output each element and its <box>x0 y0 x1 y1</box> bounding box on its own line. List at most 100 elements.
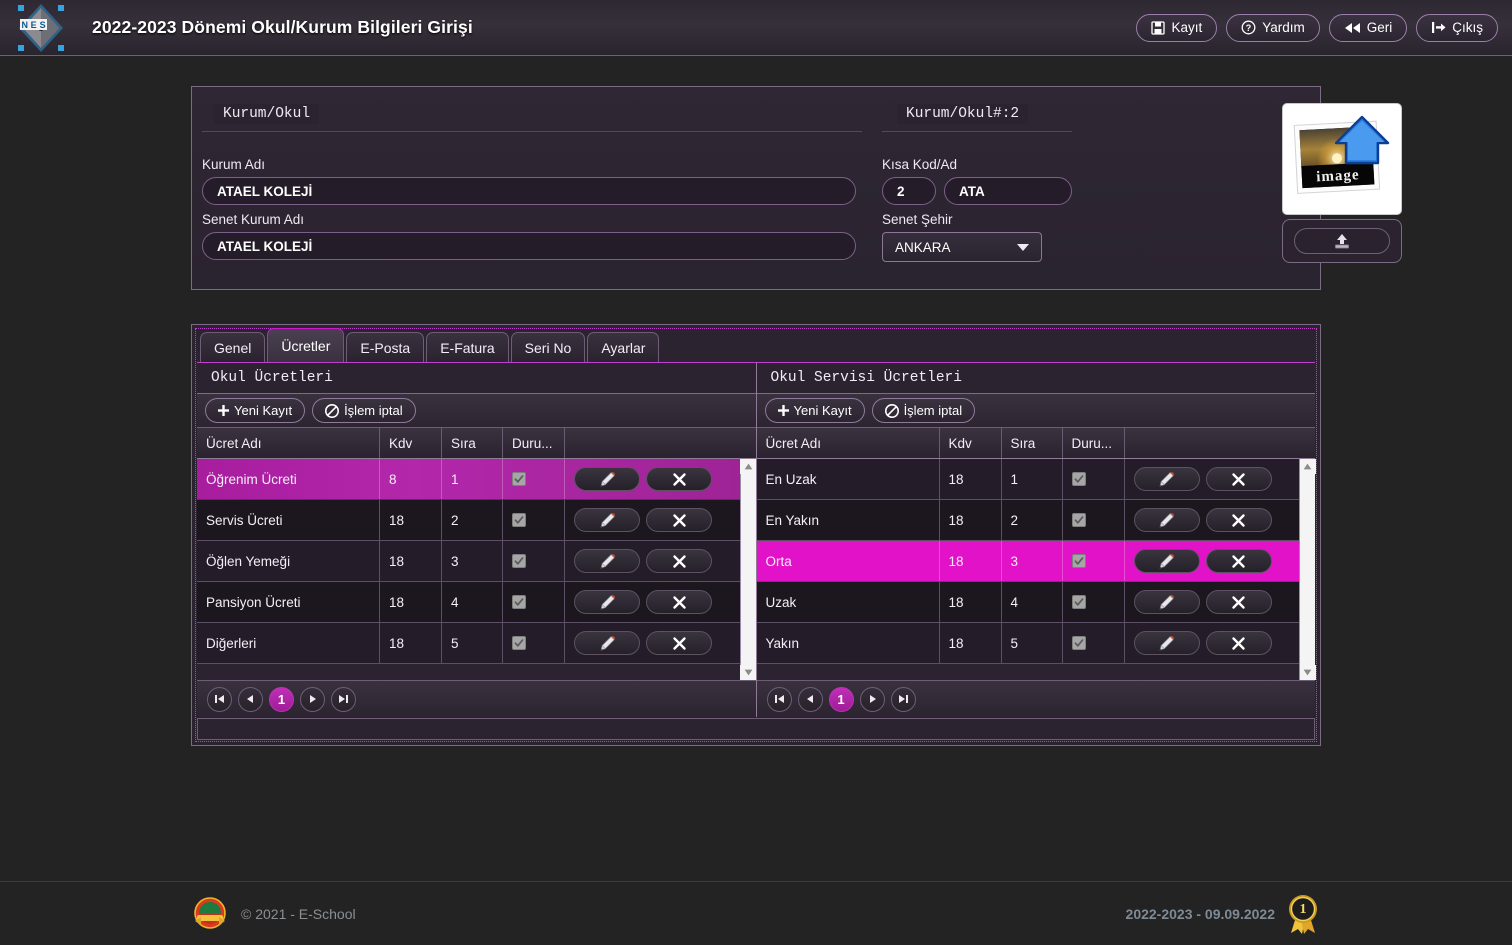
table-row[interactable]: Öğlen Yemeği 18 3 <box>197 541 740 582</box>
durum-checkbox[interactable] <box>512 595 526 609</box>
pager-next-button[interactable] <box>300 686 325 712</box>
floppy-disk-icon <box>1151 20 1166 35</box>
delete-row-button[interactable] <box>646 631 712 655</box>
pager-last-button[interactable] <box>890 686 916 712</box>
vertical-scrollbar-okul-servisi-ucretleri[interactable] <box>1299 459 1316 680</box>
tab-ucretler[interactable]: Ücretler <box>267 328 345 362</box>
pager-current-page[interactable]: 1 <box>828 686 854 712</box>
new-record-button[interactable]: Yeni Kayıt <box>764 398 865 423</box>
award-ribbon-icon: 1 <box>1289 895 1317 934</box>
scrollbar-up-button[interactable] <box>1299 459 1316 474</box>
scroll-down-icon <box>1303 669 1312 676</box>
kisa-kod-input[interactable]: 2 <box>882 177 936 205</box>
table-row[interactable]: Diğerleri 18 5 <box>197 623 740 664</box>
column-header-ucret-adi[interactable]: Ücret Adı <box>757 428 940 458</box>
last-page-icon <box>898 695 908 703</box>
scrollbar-down-button[interactable] <box>740 665 756 680</box>
pager-next-button[interactable] <box>859 686 885 712</box>
edit-row-button[interactable] <box>574 549 640 573</box>
scrollbar-up-button[interactable] <box>740 459 756 474</box>
durum-checkbox[interactable] <box>1071 513 1086 527</box>
table-row[interactable]: Pansiyon Ücreti 18 4 <box>197 582 740 623</box>
table-row[interactable]: Orta 18 3 <box>756 541 1299 582</box>
edit-row-button[interactable] <box>1133 549 1200 573</box>
edit-row-button[interactable] <box>1133 631 1200 655</box>
kisa-ad-input[interactable]: ATA <box>944 177 1072 205</box>
save-button[interactable]: Kayıt <box>1136 13 1218 42</box>
table-row[interactable]: Servis Ücreti 18 2 <box>197 500 740 541</box>
grid-title-okul-ucretleri: Okul Ücretleri <box>197 363 756 394</box>
column-header-sira[interactable]: Sıra <box>442 428 503 458</box>
column-header-kdv[interactable]: Kdv <box>380 428 442 458</box>
tab-ayarlar[interactable]: Ayarlar <box>587 332 660 362</box>
pager-current-page[interactable]: 1 <box>269 686 294 712</box>
senet-kurum-adi-input[interactable]: ATAEL KOLEJİ <box>202 232 856 260</box>
kurum-adi-input[interactable]: ATAEL KOLEJİ <box>202 177 856 205</box>
durum-checkbox[interactable] <box>512 472 526 486</box>
table-row[interactable]: En Uzak 18 1 <box>756 459 1299 500</box>
delete-row-button[interactable] <box>646 467 712 491</box>
delete-row-button[interactable] <box>1205 549 1272 573</box>
delete-row-button[interactable] <box>646 549 712 573</box>
column-header-durum[interactable]: Duru... <box>503 428 565 458</box>
tab-eposta[interactable]: E-Posta <box>346 332 425 362</box>
cell-durum <box>1063 582 1125 622</box>
scrollbar-down-button[interactable] <box>1299 665 1316 680</box>
delete-row-button[interactable] <box>1205 631 1272 655</box>
institution-image-placeholder[interactable]: image <box>1282 103 1402 215</box>
durum-checkbox[interactable] <box>512 554 526 568</box>
header-actions: Kayıt ? Yardım Geri Çıkış <box>1136 13 1498 42</box>
pager-first-button[interactable] <box>766 686 792 712</box>
edit-row-button[interactable] <box>1133 467 1200 491</box>
tab-genel[interactable]: Genel <box>200 332 266 362</box>
senet-sehir-select[interactable]: ANKARA <box>882 232 1042 262</box>
delete-row-button[interactable] <box>646 590 712 614</box>
close-x-icon <box>672 636 686 650</box>
tab-efatura[interactable]: E-Fatura <box>426 332 509 362</box>
durum-checkbox[interactable] <box>1071 636 1086 650</box>
table-row[interactable]: Öğrenim Ücreti 8 1 <box>197 459 740 500</box>
durum-checkbox[interactable] <box>1071 595 1086 609</box>
edit-row-button[interactable] <box>574 590 640 614</box>
durum-checkbox[interactable] <box>512 636 526 650</box>
vertical-scrollbar-okul-ucretleri[interactable] <box>739 459 756 680</box>
pager-first-button[interactable] <box>207 686 232 712</box>
durum-checkbox[interactable] <box>512 513 526 527</box>
pager-prev-button[interactable] <box>797 686 823 712</box>
cancel-operation-button[interactable]: İşlem iptal <box>871 398 976 423</box>
pager-prev-button[interactable] <box>238 686 263 712</box>
column-header-ucret-adi[interactable]: Ücret Adı <box>197 428 380 458</box>
durum-checkbox[interactable] <box>1071 472 1086 486</box>
edit-row-button[interactable] <box>574 631 640 655</box>
tab-serino[interactable]: Seri No <box>510 332 586 362</box>
back-button-label: Geri <box>1366 20 1393 35</box>
edit-row-button[interactable] <box>574 467 640 491</box>
column-header-kdv[interactable]: Kdv <box>940 428 1002 458</box>
durum-checkbox[interactable] <box>1071 554 1086 568</box>
delete-row-button[interactable] <box>1205 508 1272 532</box>
delete-row-button[interactable] <box>1205 467 1272 491</box>
edit-row-button[interactable] <box>574 508 640 532</box>
delete-row-button[interactable] <box>646 508 712 532</box>
svg-text:1: 1 <box>1300 902 1307 917</box>
table-row[interactable]: Yakın 18 5 <box>756 623 1299 664</box>
column-header-durum[interactable]: Duru... <box>1063 428 1125 458</box>
new-record-label: Yeni Kayıt <box>234 403 293 418</box>
cell-sira: 1 <box>1002 459 1063 499</box>
edit-row-button[interactable] <box>1133 508 1200 532</box>
table-row[interactable]: Uzak 18 4 <box>756 582 1299 623</box>
delete-row-button[interactable] <box>1205 590 1272 614</box>
help-button[interactable]: ? Yardım <box>1226 13 1320 42</box>
legend-kurum-okul-id: Kurum/Okul#:2 <box>897 104 1029 124</box>
upload-button[interactable] <box>1294 228 1390 254</box>
new-record-button[interactable]: Yeni Kayıt <box>205 398 306 423</box>
exit-button[interactable]: Çıkış <box>1416 13 1498 42</box>
back-button[interactable]: Geri <box>1328 13 1408 42</box>
scroll-up-icon <box>1303 463 1312 470</box>
table-row[interactable]: En Yakın 18 2 <box>756 500 1299 541</box>
column-header-sira[interactable]: Sıra <box>1002 428 1063 458</box>
pencil-icon <box>600 512 615 527</box>
edit-row-button[interactable] <box>1133 590 1200 614</box>
pager-last-button[interactable] <box>331 686 356 712</box>
cancel-operation-button[interactable]: İşlem iptal <box>312 398 416 423</box>
